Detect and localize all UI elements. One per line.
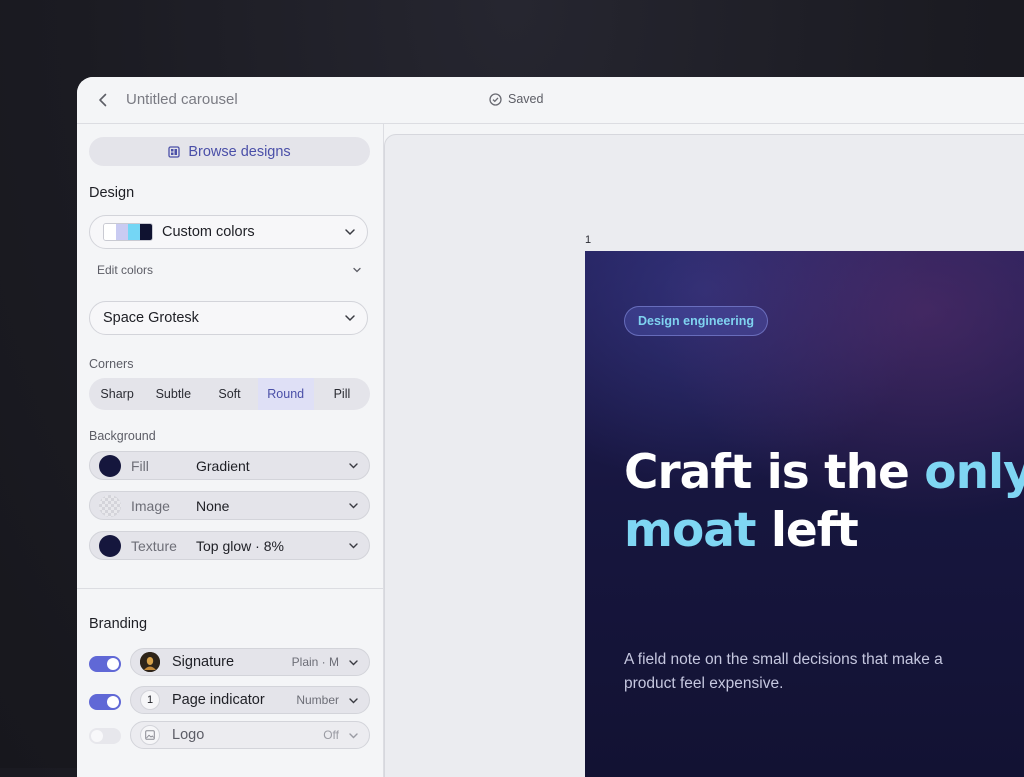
signature-label: Signature: [172, 654, 235, 670]
image-icon: [140, 725, 160, 745]
signature-select[interactable]: Signature Plain · M: [130, 648, 370, 676]
page-indicator-meta: Number: [296, 693, 339, 707]
document-title[interactable]: Untitled carousel: [126, 91, 238, 108]
chevron-down-icon: [345, 315, 355, 322]
browse-designs-button[interactable]: Browse designs: [89, 137, 370, 166]
slide-subtext[interactable]: A field note on the small decisions that…: [624, 648, 984, 696]
fill-swatch: [99, 454, 121, 477]
font-select[interactable]: Space Grotesk: [89, 301, 368, 335]
logo-toggle[interactable]: [89, 728, 121, 744]
slide-page-number: 1: [585, 234, 592, 246]
sidebar: Browse designs Design Custom colors Edit…: [77, 124, 384, 777]
palette-swatches: [103, 223, 153, 241]
background-image-select[interactable]: Image None: [89, 491, 370, 520]
texture-value: Top glow · 8%: [196, 537, 284, 554]
palette-select[interactable]: Custom colors: [89, 215, 368, 249]
page-number-icon: 1: [140, 690, 160, 710]
branding-section-title: Branding: [89, 616, 148, 632]
corner-option-sharp[interactable]: Sharp: [89, 378, 145, 410]
headline-text-2: left: [755, 503, 859, 558]
image-label: Image: [131, 497, 170, 514]
chevron-down-icon: [349, 503, 358, 509]
editor-window: Untitled carousel Saved Browse designs D…: [77, 77, 1024, 777]
texture-swatch: [99, 534, 121, 557]
background-fill-select[interactable]: Fill Gradient: [89, 451, 370, 480]
back-button[interactable]: [93, 90, 113, 110]
slide-headline[interactable]: Craft is the only moat left: [624, 444, 1024, 560]
headline-highlight-2: moat: [624, 503, 756, 558]
page-indicator-toggle[interactable]: [89, 694, 121, 710]
save-status: Saved: [489, 92, 543, 106]
design-section-title: Design: [89, 185, 135, 201]
top-bar: Untitled carousel Saved: [77, 77, 1024, 124]
background-texture-select[interactable]: Texture Top glow · 8%: [89, 531, 370, 560]
signature-meta: Plain · M: [291, 655, 339, 669]
chevron-down-icon: [349, 660, 358, 666]
page-indicator-label: Page indicator: [172, 692, 265, 708]
chevron-down-icon: [349, 698, 358, 704]
swatch-cyan: [128, 224, 140, 240]
edit-colors-label: Edit colors: [97, 263, 154, 277]
font-label: Space Grotesk: [103, 310, 199, 326]
check-circle-icon: [489, 92, 502, 106]
signature-toggle[interactable]: [89, 656, 121, 672]
edit-colors-toggle[interactable]: Edit colors: [97, 263, 363, 277]
slide-tag[interactable]: Design engineering: [624, 306, 768, 336]
logo-select[interactable]: Logo Off: [130, 721, 370, 749]
chevron-down-icon: [349, 543, 358, 549]
logo-label: Logo: [172, 727, 205, 743]
carousel-slide[interactable]: Design engineering Craft is the only moa…: [585, 251, 1024, 777]
page-indicator-select[interactable]: 1 Page indicator Number: [130, 686, 370, 714]
corner-option-subtle[interactable]: Subtle: [145, 378, 201, 410]
browse-designs-label: Browse designs: [188, 143, 291, 160]
swatch-white: [104, 224, 116, 240]
corner-option-soft[interactable]: Soft: [201, 378, 257, 410]
fill-value: Gradient: [196, 457, 250, 474]
chevron-down-icon: [353, 267, 361, 273]
corners-segmented-control: Sharp Subtle Soft Round Pill: [89, 378, 370, 410]
corners-label: Corners: [89, 357, 134, 371]
headline-text-1: Craft is the: [624, 445, 925, 500]
swatch-lavender: [116, 224, 128, 240]
canvas-area: 1 Design engineering Craft is the only m…: [384, 134, 1024, 777]
image-swatch-checker: [99, 494, 121, 517]
chevron-down-icon: [345, 229, 355, 236]
swatch-navy: [140, 224, 152, 240]
chevron-down-icon: [349, 733, 358, 739]
texture-label: Texture: [131, 537, 177, 554]
chevron-left-icon: [99, 93, 107, 107]
logo-meta: Off: [323, 728, 339, 742]
section-divider: [77, 588, 383, 589]
corner-option-round[interactable]: Round: [257, 378, 314, 410]
save-status-label: Saved: [508, 92, 544, 106]
corner-option-pill[interactable]: Pill: [314, 378, 370, 410]
fill-label: Fill: [131, 457, 149, 474]
chevron-down-icon: [349, 463, 358, 469]
image-value: None: [196, 497, 230, 514]
palette-label: Custom colors: [162, 224, 255, 240]
headline-highlight-1: only: [924, 445, 1024, 500]
avatar-icon: [140, 652, 160, 672]
layout-icon: [168, 145, 180, 158]
background-label: Background: [89, 429, 156, 443]
